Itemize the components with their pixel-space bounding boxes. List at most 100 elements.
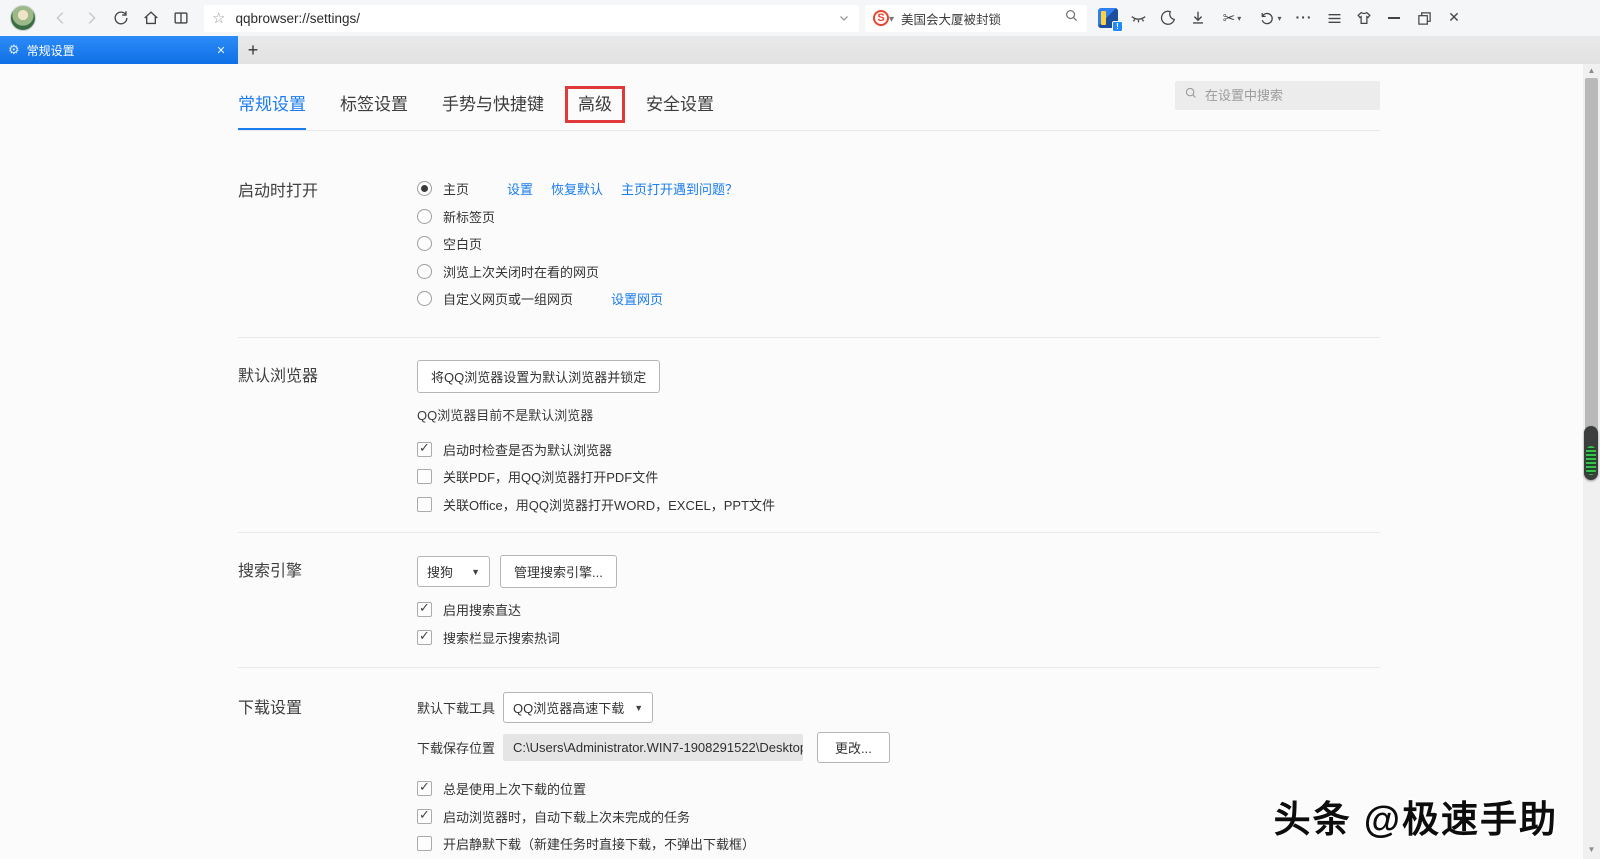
radio-homepage[interactable] [417,181,432,197]
sogou-initial: S [877,12,885,24]
download-icon [1189,9,1207,27]
checkbox-hotwords-label: 搜索栏显示搜索热词 [443,630,561,646]
minimize-button[interactable] [1379,4,1409,32]
checkbox-hotwords[interactable] [417,628,432,645]
download-button[interactable] [1183,4,1213,32]
radio-blank-label: 空白页 [443,237,483,253]
settings-tab-gestures[interactable]: 手势与快捷键 [442,90,544,130]
restore-dropdown-icon[interactable]: ▾ [1277,14,1281,23]
download-tool-label: 默认下载工具 [417,701,496,716]
check-row-default-check: 启动时检查是否为默认浏览器 [417,436,1380,464]
restore-window-button[interactable] [1409,4,1439,32]
section-search-engine-title: 搜索引擎 [238,563,303,580]
back-button[interactable] [46,4,76,32]
watermark-text: 头条 @极速手助 [1273,799,1558,840]
change-location-button[interactable]: 更改... [817,732,890,763]
radio-homepage-label: 主页 [443,182,470,198]
download-location-path: C:\Users\Administrator.WIN7-1908291522\D… [503,734,803,761]
address-bar[interactable]: qqbrowser://settings/ [204,4,859,32]
skin-button[interactable] [1349,4,1379,32]
engine-dropdown-icon[interactable] [889,9,894,27]
browser-toolbar: qqbrowser://settings/ S 美国会大厦被封锁 ! ▾ [0,0,1600,36]
settings-tab-general[interactable]: 常规设置 [238,90,306,130]
radio-newtab[interactable] [417,208,432,224]
homepage-set-link[interactable]: 设置 [507,179,533,198]
main-menu-button[interactable] [1319,4,1349,32]
bookmark-star-icon[interactable] [212,9,225,28]
check-row-pdf: 关联PDF，用QQ浏览器打开PDF文件 [417,463,1380,491]
search-engine-select[interactable]: 搜狗 ▼ [417,556,490,587]
night-mode-button[interactable] [1153,4,1183,32]
tab-general-settings[interactable]: 常规设置 [0,36,238,64]
eye-protect-button[interactable] [1123,4,1153,32]
scissors-icon [1223,9,1236,28]
url-text[interactable]: qqbrowser://settings/ [235,11,837,26]
refresh-button[interactable] [106,4,136,32]
app-center-button[interactable]: ! [1093,4,1123,32]
download-tool-select[interactable]: QQ浏览器高速下载 ▼ [503,692,654,723]
default-browser-status: QQ浏览器目前不是默认浏览器 [417,407,594,423]
more-tools-button[interactable] [1289,4,1319,32]
screenshot-button[interactable]: ▾ [1213,4,1251,32]
startup-option-blank: 空白页 [417,230,1380,258]
download-location-label: 下载保存位置 [417,741,496,756]
shirt-icon [1355,9,1373,27]
radio-lastsession[interactable] [417,263,432,279]
vertical-scrollbar[interactable] [1583,64,1600,859]
checkbox-direct-search[interactable] [417,600,432,618]
forward-button[interactable] [76,4,106,32]
manage-search-engines-button[interactable]: 管理搜索引擎... [500,555,617,588]
eye-icon [1129,9,1148,28]
toolbar-search-box[interactable]: S 美国会大厦被封锁 [865,4,1087,32]
red-annotation-box[interactable]: 高级 [565,86,625,123]
radio-custom[interactable] [417,291,432,307]
scrollbar-up-icon[interactable] [1583,66,1600,78]
reading-mode-button[interactable] [166,4,196,32]
new-tab-button[interactable] [238,36,268,64]
mouse-scroll-cursor-icon [1584,426,1598,480]
scrollbar-thumb[interactable] [1585,78,1598,430]
check-row-resume: 启动浏览器时，自动下载上次未完成的任务 [417,803,1380,831]
download-tool-selected-value: QQ浏览器高速下载 [513,701,625,716]
checkbox-associate-office[interactable] [417,496,432,512]
address-dropdown-icon[interactable] [837,11,851,25]
checkbox-associate-pdf[interactable] [417,469,432,485]
sogou-engine-icon[interactable]: S [873,10,889,26]
hot-search-text[interactable]: 美国会大厦被封锁 [901,9,1064,28]
section-default-browser-title: 默认浏览器 [238,367,319,385]
custom-set-pages-link[interactable]: 设置网页 [611,289,663,308]
tab-title: 常规设置 [26,43,75,58]
search-icon[interactable] [1064,8,1079,28]
settings-tab-advanced[interactable]: 高级 [565,86,625,130]
homepage-restore-default-link[interactable]: 恢复默认 [551,179,603,198]
section-search-engine: 搜索引擎 搜狗 ▼ 管理搜索引擎... 启用搜索直达 [238,533,1380,667]
restore-tabs-button[interactable]: ▾ [1251,4,1289,32]
radio-newtab-label: 新标签页 [443,209,496,225]
home-button[interactable] [136,4,166,32]
checkbox-associate-pdf-label: 关联PDF，用QQ浏览器打开PDF文件 [443,470,659,486]
checkbox-direct-search-label: 启用搜索直达 [443,603,522,619]
checkbox-auto-resume[interactable] [417,807,432,824]
settings-tab-security[interactable]: 安全设置 [646,90,714,130]
search-engine-selected-value: 搜狗 [427,565,454,580]
scrollbar-down-icon[interactable] [1583,845,1600,857]
settings-tab-labels[interactable]: 标签设置 [340,90,408,130]
checkbox-use-last-location[interactable] [417,779,432,797]
forward-icon [82,9,100,27]
checkbox-associate-office-label: 关联Office，用QQ浏览器打开WORD，EXCEL，PPT文件 [443,497,776,513]
close-window-button[interactable] [1439,4,1469,32]
undo-icon [1258,10,1275,27]
checkbox-silent-download-label: 开启静默下载（新建任务时直接下载，不弹出下载框） [443,837,756,853]
tab-close-button[interactable] [212,41,230,59]
user-avatar[interactable] [10,5,36,31]
checkbox-check-on-startup[interactable] [417,440,432,457]
settings-search-box[interactable] [1175,81,1380,110]
check-row-office: 关联Office，用QQ浏览器打开WORD，EXCEL，PPT文件 [417,491,1380,519]
settings-search-input[interactable] [1205,88,1355,103]
homepage-trouble-link[interactable]: 主页打开遇到问题？ [621,179,738,198]
radio-blank[interactable] [417,236,432,252]
startup-option-custom: 自定义网页或一组网页 设置网页 [417,285,1380,313]
screenshot-dropdown-icon[interactable]: ▾ [1237,14,1241,23]
checkbox-silent-download[interactable] [417,836,432,852]
set-default-browser-button[interactable]: 将QQ浏览器设置为默认浏览器并锁定 [417,359,661,393]
